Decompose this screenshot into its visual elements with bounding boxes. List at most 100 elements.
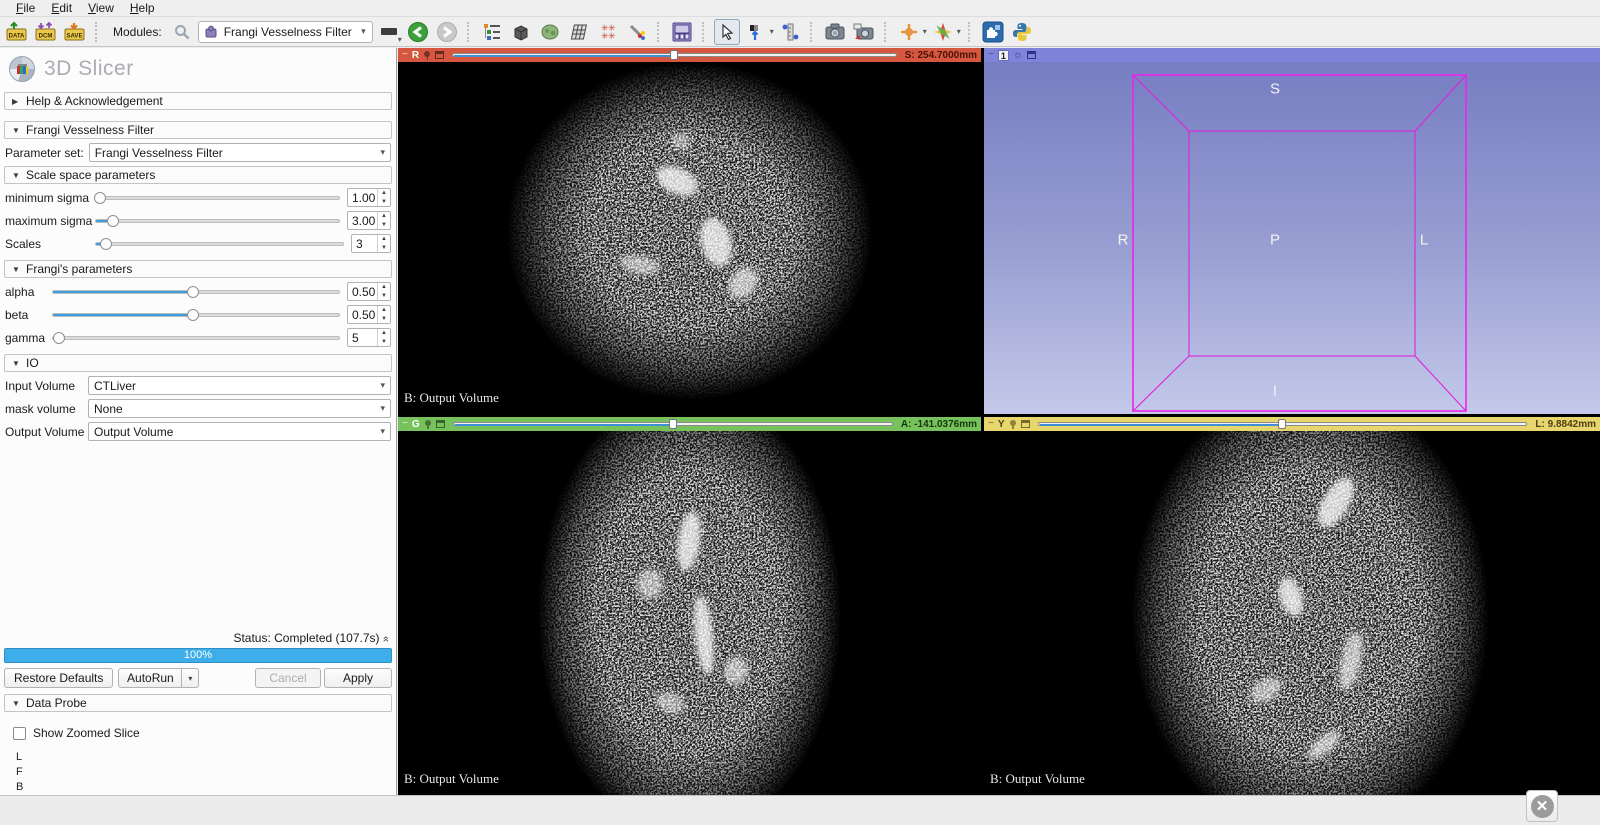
slider-handle[interactable] <box>94 192 106 204</box>
spinbox-value[interactable]: 3.00 <box>348 212 377 229</box>
minimum-sigma-slider[interactable] <box>93 190 342 206</box>
window-level-icon[interactable] <box>743 19 769 45</box>
menu-view[interactable]: View <box>80 0 122 16</box>
menu-file[interactable]: File <box>8 0 43 16</box>
crosshair-icon[interactable] <box>896 19 922 45</box>
view-controller-icon[interactable]: ☼ <box>1013 50 1023 60</box>
slice-slider-handle[interactable] <box>1278 419 1286 429</box>
menu-help[interactable]: Help <box>122 0 163 16</box>
spinbox-arrows[interactable]: ▲▼ <box>377 329 390 346</box>
subject-hierarchy-icon[interactable] <box>479 19 505 45</box>
parameter-set-combobox[interactable]: Frangi Vesselness Filter ▾ <box>89 143 391 162</box>
data-module-icon[interactable] <box>508 19 534 45</box>
spinbox-arrows[interactable]: ▲▼ <box>377 212 390 229</box>
spinbox-value[interactable]: 0.50 <box>348 283 377 300</box>
threed-view-body[interactable]: S R P L I <box>984 62 1600 414</box>
slice-slider-handle[interactable] <box>670 50 678 60</box>
scale-space-section[interactable]: ▼ Scale space parameters <box>4 166 392 184</box>
collapse-view-icon[interactable]: − <box>988 50 994 60</box>
show-zoomed-slice-checkbox[interactable] <box>13 727 26 740</box>
scene-views-icon[interactable] <box>851 19 877 45</box>
gamma-spinbox[interactable]: 5 ▲▼ <box>347 328 391 347</box>
spinbox-value[interactable]: 0.50 <box>348 306 377 323</box>
segment-editor-icon[interactable] <box>624 19 650 45</box>
help-acknowledgement-section[interactable]: ▶ Help & Acknowledgement <box>4 92 392 110</box>
gamma-slider[interactable] <box>50 330 342 346</box>
pin-icon[interactable] <box>1009 420 1017 429</box>
markups-icon[interactable]: ✳✳✳✳ <box>595 19 621 45</box>
status-expander-icon[interactable]: » <box>380 636 392 642</box>
alpha-slider[interactable] <box>50 284 342 300</box>
load-dicom-icon[interactable]: DCM <box>33 19 59 45</box>
green-slice-slider[interactable] <box>453 419 893 429</box>
crosshair-ruler-icon[interactable] <box>777 19 803 45</box>
data-probe-section[interactable]: ▼ Data Probe <box>4 694 392 712</box>
slider-handle[interactable] <box>187 309 199 321</box>
yellow-slice-body[interactable]: B: Output Volume <box>984 431 1600 795</box>
spinbox-value[interactable]: 1.00 <box>348 189 377 206</box>
pin-icon[interactable] <box>424 420 432 429</box>
spinbox-value[interactable]: 5 <box>348 329 377 346</box>
chevron-down-icon[interactable]: ▾ <box>957 27 961 36</box>
spinbox-value[interactable]: 3 <box>352 235 377 252</box>
volume-rendering-icon[interactable] <box>537 19 563 45</box>
mask-volume-combobox[interactable]: None ▾ <box>88 399 391 418</box>
extensions-icon[interactable] <box>980 19 1006 45</box>
spinbox-arrows[interactable]: ▲▼ <box>377 306 390 323</box>
slider-handle[interactable] <box>100 238 112 250</box>
maximum-sigma-spinbox[interactable]: 3.00 ▲▼ <box>347 211 391 230</box>
restore-defaults-button[interactable]: Restore Defaults <box>4 668 113 688</box>
transforms-icon[interactable] <box>566 19 592 45</box>
autorun-button[interactable]: AutoRun <box>118 668 182 688</box>
dismiss-message-button[interactable]: ✕ <box>1526 790 1558 822</box>
python-console-icon[interactable] <box>1009 19 1035 45</box>
spinbox-arrows[interactable]: ▲▼ <box>377 283 390 300</box>
module-search-icon[interactable] <box>169 19 195 45</box>
pin-icon[interactable] <box>423 51 431 60</box>
module-section[interactable]: ▼ Frangi Vesselness Filter <box>4 121 392 139</box>
slice-slider-handle[interactable] <box>669 419 677 429</box>
slider-handle[interactable] <box>53 332 65 344</box>
minimum-sigma-spinbox[interactable]: 1.00 ▲▼ <box>347 188 391 207</box>
view-menu-icon[interactable] <box>435 51 444 59</box>
green-slice-body[interactable]: B: Output Volume <box>398 431 981 795</box>
layout-selector-icon[interactable] <box>669 19 695 45</box>
collapse-view-icon[interactable]: − <box>402 419 408 429</box>
chevron-down-icon[interactable]: ▾ <box>923 27 927 36</box>
view-menu-icon[interactable] <box>1021 420 1030 428</box>
menu-edit[interactable]: Edit <box>43 0 80 16</box>
beta-spinbox[interactable]: 0.50 ▲▼ <box>347 305 391 324</box>
collapse-view-icon[interactable]: − <box>402 50 408 60</box>
red-slice-slider[interactable] <box>452 50 897 60</box>
maximum-sigma-slider[interactable] <box>93 213 342 229</box>
mouse-pointer-icon[interactable] <box>714 19 740 45</box>
slider-handle[interactable] <box>107 215 119 227</box>
apply-button[interactable]: Apply <box>324 668 392 688</box>
screenshot-icon[interactable] <box>822 19 848 45</box>
scales-spinbox[interactable]: 3 ▲▼ <box>351 234 391 253</box>
module-selector[interactable]: Frangi Vesselness Filter ▾ <box>198 21 373 43</box>
io-section[interactable]: ▼ IO <box>4 354 392 372</box>
frangi-parameters-section[interactable]: ▼ Frangi's parameters <box>4 260 392 278</box>
beta-slider[interactable] <box>50 307 342 323</box>
load-data-icon[interactable]: DATA <box>4 19 30 45</box>
forward-icon[interactable] <box>434 19 460 45</box>
spinbox-arrows[interactable]: ▲▼ <box>377 189 390 206</box>
chevron-down-icon[interactable]: ▾ <box>770 27 774 36</box>
back-icon[interactable] <box>405 19 431 45</box>
spinbox-arrows[interactable]: ▲▼ <box>377 235 390 252</box>
yellow-slice-slider[interactable] <box>1038 419 1528 429</box>
view-menu-icon[interactable] <box>1027 51 1036 59</box>
autorun-dropdown-icon[interactable]: ▾ <box>182 668 199 688</box>
view-menu-icon[interactable] <box>436 420 445 428</box>
slider-handle[interactable] <box>187 286 199 298</box>
input-volume-combobox[interactable]: CTLiver ▾ <box>88 376 391 395</box>
module-history-icon[interactable]: ▾ <box>376 19 402 45</box>
save-icon[interactable]: SAVE <box>62 19 88 45</box>
output-volume-combobox[interactable]: Output Volume ▾ <box>88 422 391 441</box>
scales-slider[interactable] <box>93 236 346 252</box>
collapse-view-icon[interactable]: − <box>988 419 994 429</box>
slice-intersections-icon[interactable] <box>930 19 956 45</box>
cancel-button[interactable]: Cancel <box>255 668 321 688</box>
alpha-spinbox[interactable]: 0.50 ▲▼ <box>347 282 391 301</box>
